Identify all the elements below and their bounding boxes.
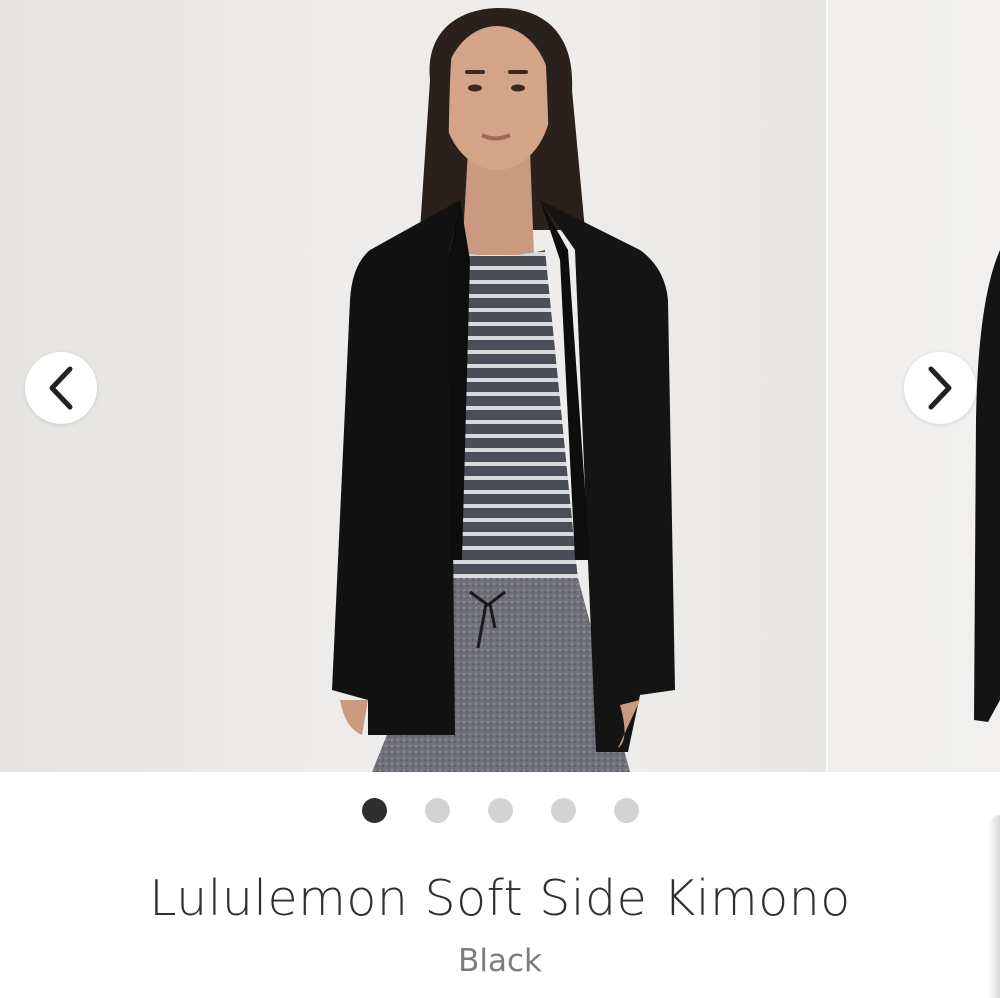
- carousel-next-button[interactable]: [904, 352, 976, 424]
- product-title: Lululemon Soft Side Kimono: [149, 870, 851, 927]
- product-page: Lululemon Soft Side Kimono Black: [0, 0, 1000, 998]
- product-image-main[interactable]: [0, 0, 826, 772]
- product-image-carousel[interactable]: [0, 0, 1000, 772]
- chevron-left-icon: [49, 366, 73, 410]
- product-color: Black: [458, 943, 542, 979]
- carousel-prev-button[interactable]: [25, 352, 97, 424]
- carousel-dot-1[interactable]: [361, 798, 387, 823]
- carousel-dot-3[interactable]: [487, 798, 513, 823]
- carousel-dot-5[interactable]: [613, 798, 639, 823]
- carousel-dot-2[interactable]: [424, 798, 450, 823]
- product-photo: [332, 8, 675, 772]
- carousel-pagination: [0, 798, 1000, 824]
- chevron-right-icon: [928, 366, 952, 410]
- carousel-dot-4[interactable]: [550, 798, 576, 823]
- scroll-edge-shadow: [988, 815, 1000, 998]
